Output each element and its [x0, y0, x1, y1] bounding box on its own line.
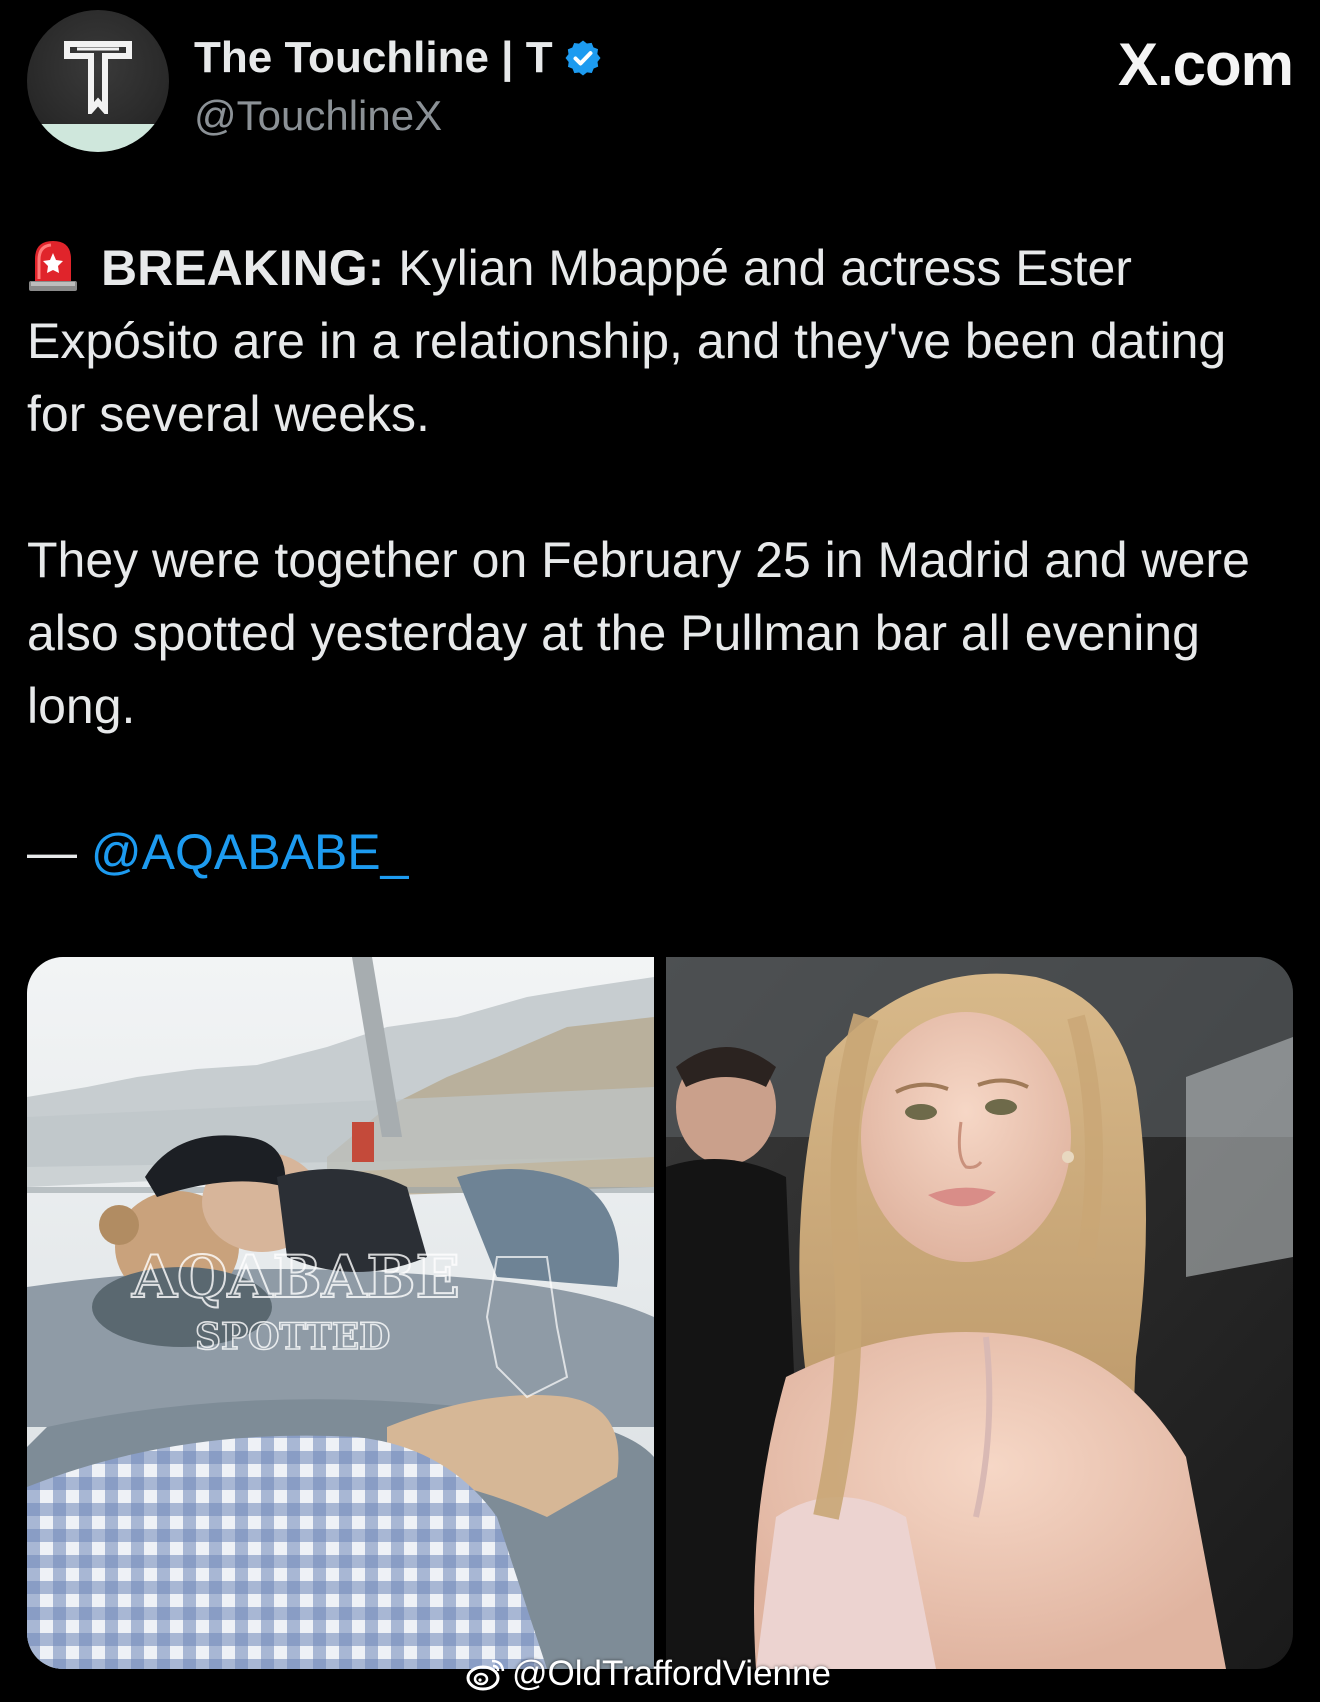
author-avatar[interactable] [27, 10, 169, 152]
x-com-logo: X.com [1117, 31, 1294, 98]
credit-dash: — [27, 824, 91, 880]
author-handle[interactable]: @TouchlineX [194, 92, 442, 140]
couple-photo: AQABABE SPOTTED [27, 957, 654, 1669]
verified-badge-icon [565, 40, 601, 76]
tweet-header: The Touchline | T @TouchlineX X.com [27, 10, 1294, 160]
weibo-watermark-text: @OldTraffordVienne [512, 1654, 831, 1693]
tweet-text: BREAKING: Kylian Mbappé and actress Este… [27, 232, 1267, 889]
actress-photo [666, 957, 1293, 1669]
avatar-band [27, 124, 169, 152]
watermark-spotted: SPOTTED [195, 1316, 390, 1358]
weibo-watermark: @OldTraffordVienne [466, 1652, 831, 1696]
watermark-aqababe: AQABABE [131, 1243, 460, 1311]
touchline-logo-icon [64, 41, 132, 114]
media-photo-right[interactable] [666, 957, 1293, 1669]
tweet-credit: — @AQABABE_ [27, 816, 1267, 889]
tweet-paragraph-1: BREAKING: Kylian Mbappé and actress Este… [27, 232, 1267, 451]
author-display-name[interactable]: The Touchline | T [194, 33, 553, 83]
author-name-row: The Touchline | T [194, 28, 603, 88]
tweet-paragraph-2: They were together on February 25 in Mad… [27, 532, 1250, 734]
credit-mention-link[interactable]: @AQABABE_ [91, 824, 409, 880]
media-photo-left[interactable]: AQABABE SPOTTED [27, 957, 654, 1669]
breaking-label: BREAKING: [101, 240, 385, 296]
weibo-icon [466, 1659, 505, 1691]
police-siren-icon [29, 241, 77, 291]
tweet-media: AQABABE SPOTTED [27, 957, 1293, 1669]
